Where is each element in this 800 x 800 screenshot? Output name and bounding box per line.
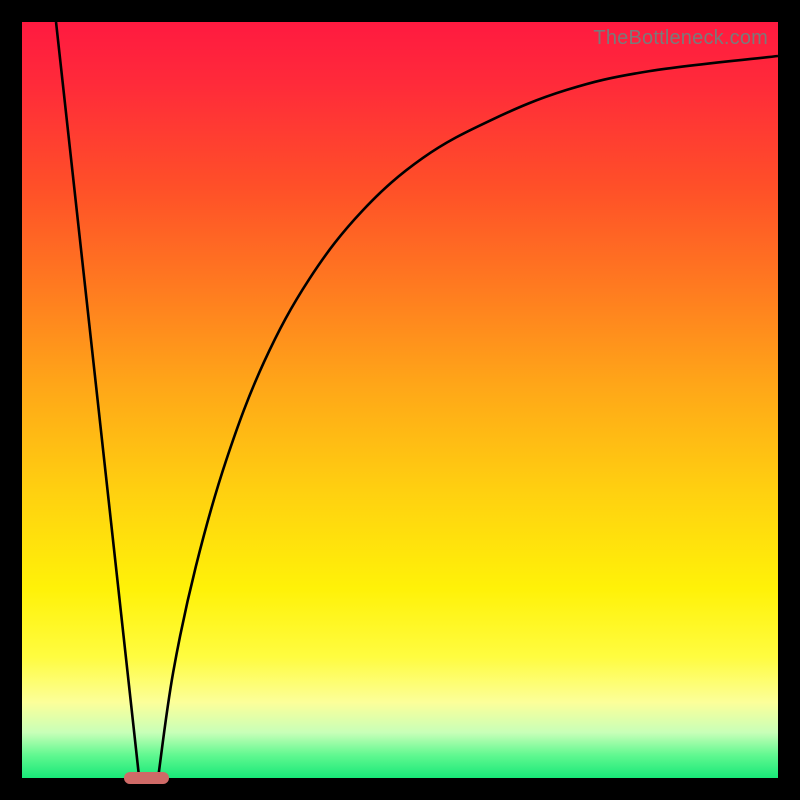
chart-frame: TheBottleneck.com bbox=[0, 0, 800, 800]
right-curve bbox=[158, 56, 778, 778]
curve-layer bbox=[22, 22, 778, 778]
left-line bbox=[56, 22, 139, 778]
optimum-marker bbox=[124, 772, 169, 784]
plot-area: TheBottleneck.com bbox=[22, 22, 778, 778]
